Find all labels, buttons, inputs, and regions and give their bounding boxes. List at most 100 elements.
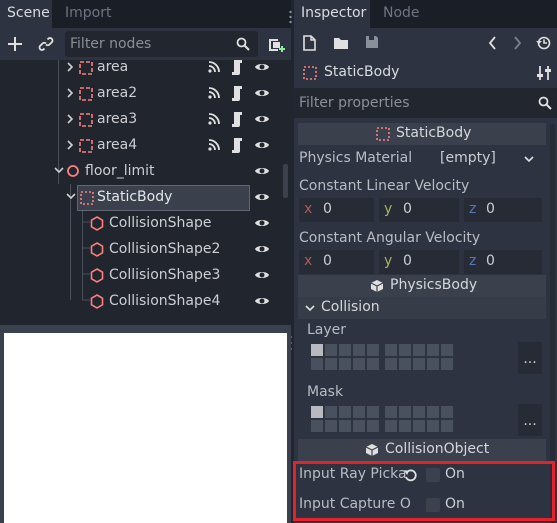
instance-scene-icon[interactable]: [267, 36, 285, 53]
linear-velocity-y-field[interactable]: y 0: [379, 198, 459, 222]
tree-item-area[interactable]: area: [0, 60, 280, 81]
chevron-right-icon[interactable]: [66, 139, 74, 151]
dock-grip-icon[interactable]: [289, 10, 292, 24]
layer-bit-cell[interactable]: [399, 406, 411, 418]
visibility-eye-icon[interactable]: [254, 112, 270, 126]
viewport-canvas[interactable]: [4, 333, 287, 523]
tree-item-area3[interactable]: area3: [0, 107, 280, 133]
script-icon[interactable]: [230, 137, 244, 153]
physics-material-picker[interactable]: [empty]: [412, 146, 542, 172]
layer-bit-cell[interactable]: [413, 358, 425, 370]
signals-icon[interactable]: [207, 86, 221, 100]
chevron-down-icon[interactable]: [524, 156, 534, 163]
layer-bit-cell[interactable]: [427, 406, 439, 418]
layer-bit-cell[interactable]: [427, 358, 439, 370]
visibility-eye-icon[interactable]: [254, 242, 270, 256]
tab-import[interactable]: Import: [58, 0, 120, 28]
script-icon[interactable]: [230, 60, 244, 75]
layer-bit-cell[interactable]: [441, 358, 453, 370]
layer-bit-cell[interactable]: [441, 406, 453, 418]
layer-bit-cell[interactable]: [311, 420, 323, 432]
filter-properties-field[interactable]: [294, 88, 557, 118]
tree-item-collision-shape3[interactable]: CollisionShape3: [0, 263, 280, 289]
layer-bit-cell[interactable]: [353, 344, 365, 356]
layer-bit-cell[interactable]: [385, 420, 397, 432]
collision-mask-grid[interactable]: [311, 406, 461, 434]
chevron-down-icon[interactable]: [54, 167, 64, 175]
layer-bit-cell[interactable]: [427, 420, 439, 432]
tree-item-collision-shape[interactable]: CollisionShape: [0, 211, 280, 237]
layer-bit-cell[interactable]: [441, 344, 453, 356]
layer-bit-cell[interactable]: [339, 358, 351, 370]
signals-icon[interactable]: [207, 60, 221, 74]
layer-bit-cell[interactable]: [311, 344, 323, 356]
layer-bit-cell[interactable]: [339, 420, 351, 432]
filter-properties-input[interactable]: [294, 88, 557, 118]
tree-scrollbar[interactable]: [283, 164, 288, 198]
visibility-eye-icon[interactable]: [254, 190, 270, 204]
tree-item-static-body[interactable]: StaticBody: [0, 185, 280, 211]
visibility-eye-icon[interactable]: [254, 216, 270, 230]
layer-bit-cell[interactable]: [353, 406, 365, 418]
edited-object-bar[interactable]: StaticBody: [294, 58, 557, 88]
filter-nodes-field[interactable]: [65, 31, 258, 57]
layer-bit-cell[interactable]: [325, 344, 337, 356]
mask-more-button[interactable]: ...: [518, 404, 542, 436]
object-tools-icon[interactable]: [537, 65, 551, 81]
save-icon[interactable]: [365, 35, 379, 49]
new-resource-icon[interactable]: [303, 35, 317, 51]
layer-bit-cell[interactable]: [325, 358, 337, 370]
angular-velocity-x-field[interactable]: x 0: [299, 250, 374, 274]
visibility-eye-icon[interactable]: [254, 60, 270, 74]
layer-bit-cell[interactable]: [367, 344, 379, 356]
layer-bit-cell[interactable]: [399, 344, 411, 356]
layer-bit-cell[interactable]: [311, 406, 323, 418]
filter-nodes-input[interactable]: [65, 31, 258, 57]
tree-item-area4[interactable]: area4: [0, 133, 280, 159]
layer-bit-cell[interactable]: [367, 358, 379, 370]
tree-item-area2[interactable]: area2: [0, 81, 280, 107]
tab-scene[interactable]: Scene: [0, 0, 52, 28]
link-icon[interactable]: [38, 36, 54, 52]
chevron-right-icon[interactable]: [66, 61, 74, 73]
layer-bit-cell[interactable]: [325, 406, 337, 418]
collision-layer-grid[interactable]: [311, 344, 461, 372]
layer-bit-cell[interactable]: [367, 420, 379, 432]
chevron-right-icon[interactable]: [66, 113, 74, 125]
group-collision[interactable]: Collision: [298, 297, 546, 319]
layer-more-button[interactable]: ...: [518, 342, 542, 374]
signals-icon[interactable]: [207, 112, 221, 126]
history-forward-icon[interactable]: [513, 36, 521, 50]
layer-bit-cell[interactable]: [339, 344, 351, 356]
layer-bit-cell[interactable]: [367, 406, 379, 418]
layer-bit-cell[interactable]: [399, 420, 411, 432]
chevron-down-icon[interactable]: [66, 193, 76, 201]
history-icon[interactable]: [536, 35, 552, 51]
linear-velocity-z-field[interactable]: z 0: [464, 198, 542, 222]
chevron-down-icon[interactable]: [305, 305, 315, 312]
script-icon[interactable]: [230, 111, 244, 127]
layer-bit-cell[interactable]: [385, 358, 397, 370]
chevron-right-icon[interactable]: [66, 87, 74, 99]
layer-bit-cell[interactable]: [325, 420, 337, 432]
script-icon[interactable]: [230, 85, 244, 101]
tree-item-collision-shape4[interactable]: CollisionShape4: [0, 289, 280, 315]
layer-bit-cell[interactable]: [399, 358, 411, 370]
layer-bit-cell[interactable]: [427, 344, 439, 356]
layer-bit-cell[interactable]: [353, 358, 365, 370]
layer-bit-cell[interactable]: [413, 406, 425, 418]
visibility-eye-icon[interactable]: [254, 164, 270, 178]
visibility-eye-icon[interactable]: [254, 86, 270, 100]
linear-velocity-x-field[interactable]: x 0: [299, 198, 374, 222]
layer-bit-cell[interactable]: [385, 344, 397, 356]
layer-bit-cell[interactable]: [311, 358, 323, 370]
visibility-eye-icon[interactable]: [254, 294, 270, 308]
layer-bit-cell[interactable]: [413, 420, 425, 432]
layer-bit-cell[interactable]: [413, 344, 425, 356]
layer-bit-cell[interactable]: [339, 406, 351, 418]
visibility-eye-icon[interactable]: [254, 138, 270, 152]
tree-item-floor-limit[interactable]: floor_limit: [0, 159, 280, 185]
layer-bit-cell[interactable]: [441, 420, 453, 432]
signals-icon[interactable]: [207, 138, 221, 152]
tree-item-collision-shape2[interactable]: CollisionShape2: [0, 237, 280, 263]
